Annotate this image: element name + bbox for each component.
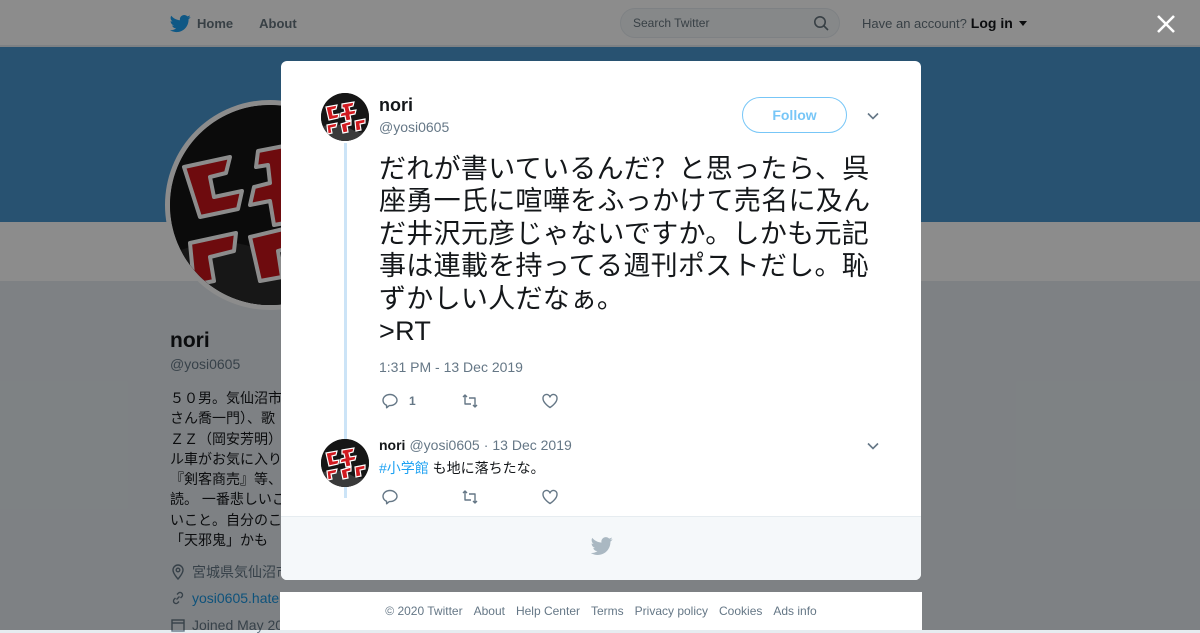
heart-icon xyxy=(542,489,558,505)
footer-link-cookies[interactable]: Cookies xyxy=(719,604,762,618)
tweet-author-name[interactable]: nori xyxy=(379,95,413,116)
retweet-button[interactable] xyxy=(461,392,541,410)
retweet-button[interactable] xyxy=(461,488,541,506)
footer-link-privacy[interactable]: Privacy policy xyxy=(635,604,708,618)
reply-icon xyxy=(382,489,398,505)
tweet-text: だれが書いているんだ？と思ったら、呉座勇一氏に喧嘩をふっかけて売名に及んだ井沢元… xyxy=(379,154,871,347)
tweet-timestamp[interactable]: 1:31 PM - 13 Dec 2019 xyxy=(379,359,523,375)
reply-actions xyxy=(381,488,621,506)
reply-button[interactable] xyxy=(381,488,461,506)
retweet-icon xyxy=(462,394,478,408)
reply-icon xyxy=(382,393,398,409)
heart-icon xyxy=(542,393,558,409)
tweet-author-handle[interactable]: @yosi0605 xyxy=(379,119,449,135)
retweet-icon xyxy=(462,490,478,504)
reply-count: 1 xyxy=(409,394,416,408)
reply-button[interactable]: 1 xyxy=(381,392,461,410)
hashtag-link[interactable]: #小学館 xyxy=(379,460,429,476)
reply-author-name[interactable]: nori xyxy=(379,437,405,453)
like-button[interactable] xyxy=(541,392,621,410)
modal-footer xyxy=(281,516,921,580)
footer-link-about[interactable]: About xyxy=(474,604,505,618)
follow-button[interactable]: Follow xyxy=(742,97,847,133)
twitter-bird-icon xyxy=(591,537,613,555)
footer-link-terms[interactable]: Terms xyxy=(591,604,624,618)
reply-author-handle[interactable]: @yosi0605 xyxy=(409,437,479,453)
tweet-actions: 1 xyxy=(381,392,621,410)
avatar-image xyxy=(321,439,369,487)
chevron-down-icon[interactable] xyxy=(866,439,880,453)
footer-link-help[interactable]: Help Center xyxy=(516,604,580,618)
reply-separator: · xyxy=(483,437,489,453)
tweet-avatar[interactable] xyxy=(321,93,369,141)
close-icon[interactable] xyxy=(1152,10,1180,38)
reply-body: も地に落ちたな。 xyxy=(428,460,545,476)
footer-copyright: © 2020 Twitter xyxy=(385,604,463,618)
reply-avatar[interactable] xyxy=(321,439,369,487)
like-button[interactable] xyxy=(541,488,621,506)
avatar-image xyxy=(321,93,369,141)
reply-text: #小学館 も地に落ちたな。 xyxy=(379,458,545,478)
chevron-down-icon[interactable] xyxy=(866,109,880,123)
footer-link-ads[interactable]: Ads info xyxy=(773,604,816,618)
site-footer: © 2020 Twitter About Help Center Terms P… xyxy=(280,592,922,630)
reply-header: nori @yosi0605 · 13 Dec 2019 xyxy=(379,437,572,453)
tweet-modal: nori @yosi0605 Follow だれが書いているんだ？と思ったら、呉… xyxy=(281,61,921,580)
reply-date[interactable]: 13 Dec 2019 xyxy=(492,437,571,453)
